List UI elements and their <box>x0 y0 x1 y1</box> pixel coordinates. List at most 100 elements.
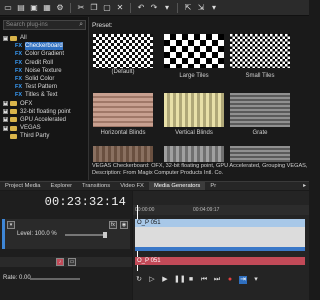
preset-thumb[interactable] <box>230 146 290 162</box>
search-icon[interactable]: ⌕ <box>79 21 83 29</box>
tree-item-test-pattern[interactable]: FX Test Pattern <box>3 83 88 91</box>
track-mute-icon[interactable]: ◉ <box>120 221 128 229</box>
cut-icon[interactable]: ✂ <box>76 3 86 13</box>
preset-thumb-large-tiles[interactable] <box>164 34 224 68</box>
search-placeholder: Search plug-ins <box>6 22 48 28</box>
fx-icon: FX <box>15 43 23 50</box>
preset-thumb-default[interactable] <box>93 34 153 68</box>
search-input[interactable]: Search plug-ins ⌕ <box>3 20 86 30</box>
tab-transitions[interactable]: Transitions <box>77 182 115 190</box>
video-clip-header[interactable]: O_P 051 <box>135 219 305 227</box>
tree-item-checkerboard[interactable]: FX Checkerboard <box>3 42 88 51</box>
audio-track-header[interactable]: ♪ ▭ <box>0 257 132 267</box>
tree-item-ofx[interactable]: + OFX <box>3 100 88 108</box>
track-list-pane: 00:23:32:14 ▾ fx ◉ Level: 100.0 % ♪ ▭ Ra… <box>0 191 132 300</box>
expand-icon[interactable]: + <box>3 117 8 123</box>
collapse-icon[interactable]: − <box>3 35 8 41</box>
tabs-scroll-icon[interactable]: ▸ <box>300 182 309 190</box>
copy-icon[interactable]: ❐ <box>89 3 99 13</box>
audio-track-icon[interactable]: ▭ <box>68 258 76 266</box>
preset-thumb-vertical-blinds[interactable] <box>164 93 224 127</box>
tree-item-vegas[interactable]: + VEGAS <box>3 124 88 132</box>
save-icon[interactable]: ▣ <box>29 3 39 13</box>
fx-icon: FX <box>15 92 23 99</box>
render-icon[interactable]: ⚙ <box>55 3 65 13</box>
audio-track-icon[interactable]: ♪ <box>56 258 64 266</box>
go-to-end-icon[interactable]: ⏭ <box>213 276 221 284</box>
preset-label: Grate <box>252 130 268 136</box>
timeline-ruler[interactable]: 00:00:00 00:04:09:17 <box>133 205 309 215</box>
track-fx-icon[interactable]: fx <box>109 221 117 229</box>
tree-item-color-gradient[interactable]: FX Color Gradient <box>3 50 88 58</box>
tree-item-label: GPU Accelerated <box>20 116 67 123</box>
tab-video-fx[interactable]: Video FX <box>115 182 149 190</box>
selection-icon[interactable]: ▾ <box>209 3 219 13</box>
loop-icon[interactable]: ↻ <box>135 276 143 284</box>
folder-icon <box>10 133 17 139</box>
pause-icon[interactable]: ❚❚ <box>174 276 186 284</box>
tree-item-credit-roll[interactable]: FX Credit Roll <box>3 59 88 67</box>
record-icon[interactable]: ● <box>226 276 234 284</box>
tree-item-solid-color[interactable]: FX Solid Color <box>3 75 88 83</box>
window-docking-tabs: Project Media Explorer Transitions Video… <box>0 181 309 190</box>
preset-thumb[interactable] <box>164 146 224 162</box>
video-clip[interactable] <box>135 227 305 247</box>
preset-label: Large Tiles <box>179 73 209 79</box>
preset-title: Preset: <box>92 22 113 29</box>
tree-item-label: Titles & Text <box>25 92 58 99</box>
tree-item-titles-text[interactable]: FX Titles & Text <box>3 91 88 99</box>
expand-icon[interactable]: + <box>3 109 8 115</box>
tab-project-media[interactable]: Project Media <box>0 182 45 190</box>
video-track-header[interactable]: ▾ fx ◉ Level: 100.0 % <box>2 219 130 249</box>
rate-slider[interactable] <box>30 278 80 280</box>
history-icon[interactable]: ▾ <box>162 3 172 13</box>
tree-item-all[interactable]: − All <box>3 34 88 42</box>
track-collapse-icon[interactable]: ▾ <box>7 221 15 229</box>
tab-more[interactable]: Pr <box>205 182 221 190</box>
level-label: Level: 100.0 % <box>17 231 57 237</box>
tree-item-label: Credit Roll <box>25 59 54 66</box>
audio-clip-header[interactable]: O_P 051 <box>135 257 305 265</box>
paste-icon[interactable]: ▢ <box>102 3 112 13</box>
redo-icon[interactable]: ↷ <box>149 3 159 13</box>
preset-thumb-horizontal-blinds[interactable] <box>93 93 153 127</box>
rate-label: Rate: 0.00 <box>3 275 31 281</box>
stop-icon[interactable]: ■ <box>187 276 195 284</box>
toolbar-divider <box>130 2 131 13</box>
envelope-icon[interactable]: ⇲ <box>196 3 206 13</box>
main-toolbar: ▭ ▤ ▣ ▦ ⚙ ✂ ❐ ▢ ✕ ↶ ↷ ▾ ⇱ ⇲ ▾ <box>0 0 309 16</box>
expand-icon[interactable]: + <box>3 101 8 107</box>
preset-pane: Preset: (Default) Large Tiles Small Tile… <box>90 17 309 180</box>
preset-thumb-grate[interactable] <box>230 93 290 127</box>
more-icon[interactable]: ▾ <box>252 276 260 284</box>
tree-item-gpu[interactable]: + GPU Accelerated <box>3 116 88 124</box>
preset-thumb-small-tiles[interactable] <box>230 34 290 68</box>
tab-media-generators[interactable]: Media Generators <box>148 182 206 190</box>
tree-item-32bit[interactable]: +32-bit floating point <box>3 108 88 116</box>
tree-item-label: Third Party <box>20 133 50 140</box>
level-slider-knob[interactable] <box>103 232 107 238</box>
level-slider[interactable] <box>65 232 107 238</box>
tab-explorer[interactable]: Explorer <box>45 182 77 190</box>
properties-icon[interactable]: ▦ <box>42 3 52 13</box>
video-clip-footer <box>135 247 305 251</box>
description-line: Description: From Magix Computer Product… <box>92 170 224 176</box>
tree-item-noise-texture[interactable]: FX Noise Texture <box>3 67 88 75</box>
play-icon[interactable]: ▶ <box>161 276 169 284</box>
normal-edit-icon[interactable]: ⇱ <box>183 3 193 13</box>
delete-icon[interactable]: ✕ <box>115 3 125 13</box>
preset-thumb[interactable] <box>93 146 153 162</box>
fx-icon: FX <box>15 59 23 66</box>
folder-icon <box>10 101 17 107</box>
tree-item-label: Noise Texture <box>25 67 62 74</box>
undo-icon[interactable]: ↶ <box>136 3 146 13</box>
open-icon[interactable]: ▤ <box>16 3 26 13</box>
tree-item-label: Test Pattern <box>25 84 58 91</box>
expand-icon[interactable]: + <box>3 125 8 131</box>
new-icon[interactable]: ▭ <box>3 3 13 13</box>
snap-icon[interactable]: ⇥ <box>239 276 247 284</box>
tree-item-third-party[interactable]: Third Party <box>3 132 88 140</box>
tree-item-label: Checkerboard <box>25 42 63 51</box>
play-from-start-icon[interactable]: ▷ <box>148 276 156 284</box>
go-to-start-icon[interactable]: ⏮ <box>200 276 208 284</box>
